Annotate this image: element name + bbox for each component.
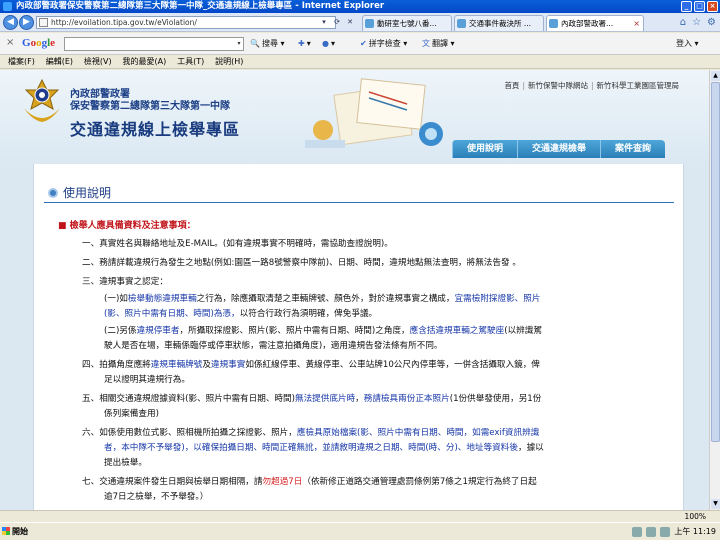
police-emblem-icon xyxy=(24,78,60,122)
status-bar: 100% xyxy=(0,510,720,522)
section-title: 使用說明 xyxy=(48,184,111,201)
list-item: (影、照片中需有日期、時間)為憑，以符合行政行為須明確，俾免爭議。 xyxy=(104,309,378,319)
gear-icon[interactable]: ⚙ xyxy=(707,16,716,29)
page-icon xyxy=(39,18,48,27)
list-item: 駛人是否在場，車輛係臨停或停車狀態，需注意拍攝角度)，適用違規告發法條有所不同。 xyxy=(104,341,443,351)
tab-3-active[interactable]: 內政部警政署... × xyxy=(546,15,644,31)
list-item: 足以證明其違規行為。 xyxy=(104,375,190,385)
google-search-input[interactable]: ▾ xyxy=(64,37,244,51)
forward-button[interactable]: ▶ xyxy=(19,15,34,30)
windows-logo-icon xyxy=(2,527,10,535)
google-login-button[interactable]: 登入 ▾ xyxy=(676,37,699,51)
requirements-heading: ■ 檢舉人應具備資料及注意事項： xyxy=(58,221,196,231)
clock[interactable]: 上午 11:19 xyxy=(674,525,716,539)
list-item: 五、相關交通違規證據資料(影、照片中需有日期、時間)無法提供底片時，務請檢具兩份… xyxy=(82,394,542,404)
site-banner: 內政部警政署 保安警察第二總隊第三大隊第一中隊 交通違規線上檢舉專區 首頁 | 新竹… xyxy=(0,70,709,164)
menu-help[interactable]: 說明(H) xyxy=(215,55,243,69)
dropdown-icon[interactable]: ▾ xyxy=(235,38,243,50)
list-item: 提出檢舉。 xyxy=(104,458,147,468)
maximize-button[interactable]: □ xyxy=(694,1,705,12)
link-home[interactable]: 首頁 xyxy=(504,81,519,90)
tab-label: 交通事件裁決所 ... xyxy=(469,19,532,28)
volume-icon[interactable] xyxy=(646,527,657,537)
top-links: 首頁 | 新竹保警中隊網站 | 新竹科學工業園區管理局 xyxy=(504,81,680,90)
tab-favicon xyxy=(549,19,558,28)
tab-2[interactable]: 交通事件裁決所 ... xyxy=(454,15,544,31)
system-name: 交通違規線上檢舉專區 xyxy=(70,120,241,139)
security-icon[interactable] xyxy=(660,527,671,537)
zoom-level[interactable]: 100% xyxy=(685,511,706,522)
address-url: http://evoilation.tipa.gov.tw/eViolation… xyxy=(51,18,197,27)
tab-label: 動研室七號八番... xyxy=(377,19,437,28)
menu-view[interactable]: 檢視(V) xyxy=(84,55,112,69)
google-toolbar: × Google ▾ 🔍 搜尋 ▾ ✚ ▾ ● ▾ ✔ 拼字檢查 ▾ 文翻譯 ▾ 登入 … xyxy=(0,33,720,55)
nav-tab-report[interactable]: 交通違規檢舉 xyxy=(516,140,600,158)
tab-favicon xyxy=(457,19,466,28)
window-title: 內政部警政署保安警察第二總隊第三大隊第一中隊_交通違規線上檢舉專區 - Inte… xyxy=(16,1,385,11)
menu-edit[interactable]: 編輯(E) xyxy=(46,55,73,69)
bullet-icon xyxy=(48,188,58,198)
scroll-up-arrow-icon[interactable]: ▲ xyxy=(711,71,720,81)
agency-unit: 保安警察第二總隊第三大隊第一中隊 xyxy=(70,101,230,112)
site-nav: 使用說明 交通違規檢舉 案件查詢 xyxy=(451,140,665,158)
main-content: 使用說明 ■ 檢舉人應具備資料及注意事項： 一、真實姓名與聯絡地址及E-MAIL… xyxy=(33,164,684,510)
google-share-button[interactable]: ● ▾ xyxy=(322,37,335,51)
address-field[interactable]: http://evoilation.tipa.gov.tw/eViolation… xyxy=(36,16,336,29)
menu-tools[interactable]: 工具(T) xyxy=(177,55,204,69)
menu-favorites[interactable]: 我的最愛(A) xyxy=(122,55,166,69)
scroll-thumb[interactable] xyxy=(711,82,720,442)
home-icon[interactable]: ⌂ xyxy=(680,16,686,29)
nav-tab-instructions[interactable]: 使用說明 xyxy=(451,140,517,158)
taskbar: 開始 上午 11:19 xyxy=(0,522,720,540)
tab-label: 內政部警政署... xyxy=(561,19,614,28)
address-dropdown-icon[interactable]: ▾ xyxy=(318,16,330,29)
scroll-down-arrow-icon[interactable]: ▼ xyxy=(711,499,720,509)
nav-tab-case-query[interactable]: 案件查詢 xyxy=(599,140,665,158)
network-icon[interactable] xyxy=(632,527,643,537)
close-toolbar-icon[interactable]: × xyxy=(6,37,14,48)
list-item: 四、拍攝角度應將違規車輛牌號及違規事實如係紅線停車、黃線停車、公車站牌10公尺內… xyxy=(82,360,540,370)
refresh-icon[interactable]: ⟳ xyxy=(331,16,343,29)
list-item: 逾7日之檢舉，不予舉發。） xyxy=(104,492,209,502)
close-window-button[interactable]: × xyxy=(707,1,718,12)
window-title-bar: 內政部警政署保安警察第二總隊第三大隊第一中隊_交通違規線上檢舉專區 - Inte… xyxy=(0,0,720,13)
list-item: 者，本中隊不予舉發)，以確保拍攝日期、時間正確無訛，並請敘明違規之日期、時間(時… xyxy=(104,443,544,453)
banner-illustration xyxy=(305,78,443,148)
menu-bar: 檔案(F) 編輯(E) 檢視(V) 我的最愛(A) 工具(T) 說明(H) xyxy=(0,55,720,69)
minimize-button[interactable]: _ xyxy=(681,1,692,12)
list-item: 六、如係使用數位式影、照相機所拍攝之採證影、照片，應檢具原始檔案(影、照片中需有… xyxy=(82,428,540,438)
google-tools-button[interactable]: ✚ ▾ xyxy=(298,37,311,51)
list-item: 一、真實姓名與聯絡地址及E-MAIL。(如有違規事實不明確時，需協助查證說明)。 xyxy=(82,239,393,249)
web-page: 內政部警政署 保安警察第二總隊第三大隊第一中隊 交通違規線上檢舉專區 首頁 | 新竹… xyxy=(0,70,709,510)
ie-icon xyxy=(3,2,12,11)
tab-favicon xyxy=(365,19,374,28)
link-science-park[interactable]: 新竹科學工業園區管理局 xyxy=(597,81,680,90)
list-item: 七、交通違規案件發生日期與檢舉日期相隔，請勿超過7日（依新修正道路交通管理處罰條… xyxy=(82,477,537,487)
list-item: 三、違規事實之認定： xyxy=(82,277,168,287)
system-tray: 上午 11:19 xyxy=(632,525,716,539)
list-item: 二、務請詳載違規行為發生之地點(例如:園區一路8號警察中隊前)、日期、時間，違規… xyxy=(82,258,521,268)
link-hsinchu-police[interactable]: 新竹保警中隊網站 xyxy=(528,81,588,90)
favorites-star-icon[interactable]: ☆ xyxy=(692,16,701,29)
navigation-bar: ◀ ▶ http://evoilation.tipa.gov.tw/eViola… xyxy=(0,13,720,32)
google-logo: Google xyxy=(22,37,56,49)
back-button[interactable]: ◀ xyxy=(3,15,18,30)
start-button[interactable]: 開始 xyxy=(0,524,36,539)
vertical-scrollbar[interactable]: ▲ ▼ xyxy=(709,70,720,510)
list-item: (二)另係違規停車者，所攝取採證影、照片(影、照片中需有日期、時間)之角度，應含… xyxy=(104,326,542,336)
tab-1[interactable]: 動研室七號八番... xyxy=(362,15,452,31)
spell-check-button[interactable]: ✔ 拼字檢查 ▾ xyxy=(360,37,407,51)
list-item: 係列案備查用) xyxy=(104,409,159,419)
stop-icon[interactable]: ✕ xyxy=(344,16,356,29)
close-tab-icon[interactable]: × xyxy=(633,16,640,31)
translate-button[interactable]: 文翻譯 ▾ xyxy=(422,37,455,51)
divider xyxy=(44,202,674,203)
google-search-button[interactable]: 🔍 搜尋 ▾ xyxy=(250,37,285,51)
list-item: (一)如檢舉動態違規車輛之行為，除應攝取清楚之車輛牌號、顏色外，對於違規事實之構… xyxy=(104,294,541,304)
menu-file[interactable]: 檔案(F) xyxy=(8,55,35,69)
